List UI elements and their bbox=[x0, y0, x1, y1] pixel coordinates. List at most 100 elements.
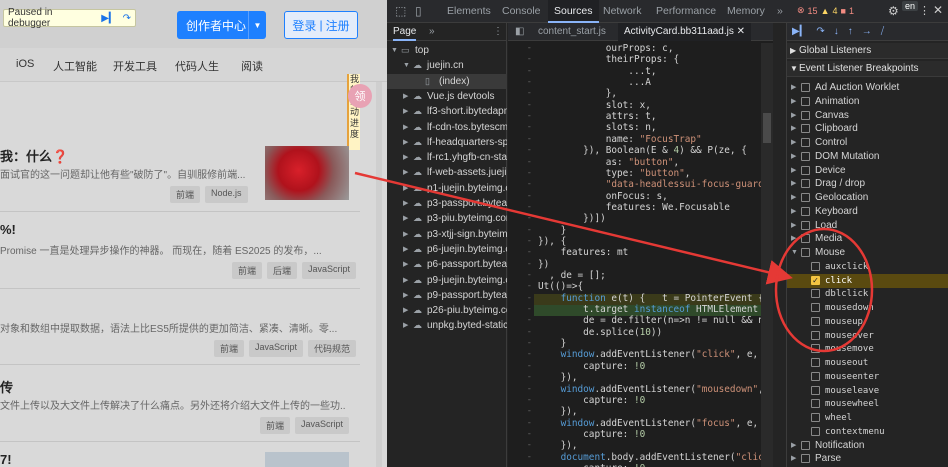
tab-elements[interactable]: Elements bbox=[441, 0, 497, 23]
chevron-right-icon[interactable]: ▶ bbox=[403, 150, 408, 165]
reward-badge[interactable]: 领 bbox=[348, 84, 372, 108]
nav-item-ios[interactable]: iOS bbox=[16, 58, 34, 70]
article-thumbnail[interactable] bbox=[265, 452, 349, 467]
line-gutter[interactable]: - bbox=[508, 429, 532, 440]
chevron-right-icon[interactable]: ▶ bbox=[791, 439, 796, 453]
breakpoint-item[interactable]: ▼ Mouse bbox=[787, 246, 948, 260]
checkbox[interactable] bbox=[801, 165, 810, 175]
line-gutter[interactable]: - bbox=[508, 395, 532, 406]
chevron-right-icon[interactable]: ▶ bbox=[403, 135, 408, 150]
tree-item[interactable]: ▶ ☁ lf-cdn-tos.bytescm.co bbox=[387, 120, 507, 135]
line-gutter[interactable]: - bbox=[508, 225, 532, 236]
line-gutter[interactable]: - bbox=[508, 384, 532, 395]
breakpoint-item[interactable]: ▶ Drag / drop bbox=[787, 177, 948, 191]
checkbox[interactable] bbox=[801, 220, 810, 230]
editor-tab-active[interactable]: ActivityCard.bb311aad.js ✕ bbox=[618, 23, 752, 41]
tree-item[interactable]: ▶ ☁ p3-piu.byteimg.com bbox=[387, 211, 507, 226]
breakpoint-item[interactable]: mouseup bbox=[787, 315, 948, 329]
chevron-down-icon[interactable]: ▼ bbox=[403, 58, 410, 73]
tag[interactable]: 前端 bbox=[170, 186, 201, 203]
checkbox[interactable] bbox=[801, 193, 810, 202]
checkbox[interactable] bbox=[801, 151, 810, 161]
close-icon[interactable]: ✕ bbox=[933, 3, 943, 17]
chevron-right-icon[interactable]: ▶ bbox=[403, 165, 408, 180]
article-thumbnail[interactable] bbox=[265, 146, 349, 200]
checkbox[interactable] bbox=[801, 248, 810, 257]
checkbox[interactable] bbox=[801, 124, 810, 134]
line-gutter[interactable]: - bbox=[508, 77, 532, 88]
tree-item[interactable]: ▶ ☁ p9-juejin.byteimg.co bbox=[387, 273, 507, 288]
line-gutter[interactable]: - bbox=[508, 247, 532, 258]
resume-icon[interactable]: ▶▎ bbox=[101, 13, 116, 24]
line-gutter[interactable]: - bbox=[508, 338, 532, 349]
chevron-right-icon[interactable]: ▶ bbox=[403, 242, 408, 257]
line-gutter[interactable]: - bbox=[508, 145, 532, 156]
breakpoint-item[interactable]: ▶ Keyboard bbox=[787, 205, 948, 219]
chevron-right-icon[interactable]: ▶ bbox=[403, 104, 408, 119]
line-gutter[interactable]: - bbox=[508, 463, 532, 467]
more-panels-icon[interactable]: » bbox=[429, 23, 435, 41]
chevron-down-icon[interactable]: ▼ bbox=[791, 246, 798, 260]
scrollbar[interactable] bbox=[376, 82, 382, 467]
line-gutter[interactable]: - bbox=[508, 191, 532, 202]
breakpoint-item[interactable]: mouseover bbox=[787, 329, 948, 343]
line-gutter[interactable]: - bbox=[508, 270, 532, 281]
settings-icon[interactable]: ⚙ bbox=[888, 4, 899, 18]
step-over-icon[interactable]: ↷ bbox=[816, 26, 824, 37]
tab-console[interactable]: Console bbox=[496, 0, 547, 23]
tree-item[interactable]: ▶ ☁ p3-xtjj-sign.byteimg bbox=[387, 227, 507, 242]
checkbox[interactable] bbox=[811, 316, 820, 326]
article-card[interactable]: %! Promise 一直是处理异步操作的神器。 而现在，随着 ES2025 的… bbox=[0, 222, 360, 282]
kebab-menu-icon[interactable]: ⋮ bbox=[493, 23, 503, 41]
breakpoint-item[interactable]: ▶ Geolocation bbox=[787, 191, 948, 205]
chevron-right-icon[interactable]: ▶ bbox=[403, 181, 408, 196]
issue-counters[interactable]: ⊗ 15 ▲ 4 ■ 1 bbox=[797, 5, 854, 16]
close-icon[interactable]: ✕ bbox=[737, 26, 745, 37]
checkbox[interactable] bbox=[801, 110, 810, 120]
checkbox[interactable] bbox=[811, 289, 820, 299]
tag[interactable]: 后端 bbox=[267, 262, 298, 279]
tree-item[interactable]: ▶ ☁ lf-rc1.yhgfb-cn-static bbox=[387, 150, 507, 165]
checkbox[interactable] bbox=[801, 454, 810, 464]
article-title[interactable]: 7! bbox=[0, 452, 12, 467]
chevron-right-icon[interactable]: ▶ bbox=[791, 232, 796, 246]
tree-item[interactable]: ▶ ☁ Vue.js devtools bbox=[387, 89, 507, 104]
checkbox[interactable] bbox=[811, 303, 820, 312]
chevron-right-icon[interactable]: ▶ bbox=[791, 81, 796, 95]
line-gutter[interactable]: - bbox=[508, 134, 532, 145]
line-gutter[interactable]: - bbox=[508, 236, 532, 247]
tree-item[interactable]: ▶ ☁ p6-passport.byteacc bbox=[387, 257, 507, 272]
more-tabs-button[interactable]: » bbox=[771, 0, 789, 23]
checkbox[interactable] bbox=[801, 138, 810, 147]
breakpoint-item[interactable]: mousemove bbox=[787, 342, 948, 356]
line-gutter[interactable]: - bbox=[508, 168, 532, 179]
tree-item[interactable]: ▶ ☁ p9-passport.byteacc bbox=[387, 288, 507, 303]
chevron-right-icon[interactable]: ▶ bbox=[791, 109, 796, 123]
chevron-right-icon[interactable]: ▶ bbox=[791, 219, 796, 233]
chevron-right-icon[interactable]: ▶ bbox=[791, 205, 796, 219]
tag[interactable]: JavaScript bbox=[295, 417, 350, 434]
line-gutter[interactable]: - bbox=[508, 157, 532, 168]
chevron-right-icon[interactable]: ▶ bbox=[791, 177, 796, 191]
step-into-icon[interactable]: ↓ bbox=[834, 26, 839, 37]
tree-item[interactable]: ▯ (index) bbox=[387, 73, 507, 89]
line-gutter[interactable]: - bbox=[508, 122, 532, 133]
step-over-icon[interactable]: ↷ bbox=[123, 13, 131, 24]
nav-item-devtools[interactable]: 开发工具 bbox=[113, 58, 157, 74]
breakpoint-item[interactable]: mouseenter bbox=[787, 370, 948, 384]
breakpoint-item[interactable]: ▶ Parse bbox=[787, 452, 948, 466]
breakpoint-item[interactable]: contextmenu bbox=[787, 425, 948, 439]
login-register-button[interactable]: 登录 | 注册 bbox=[284, 11, 358, 39]
tag[interactable]: JavaScript bbox=[249, 340, 304, 357]
chevron-right-icon[interactable]: ▶ bbox=[403, 318, 408, 333]
breakpoint-item[interactable]: ▶ Control bbox=[787, 136, 948, 150]
resume-icon[interactable]: ▶▎ bbox=[792, 26, 807, 37]
chevron-down-icon[interactable]: ▼ bbox=[248, 11, 266, 39]
login-link[interactable]: 登录 bbox=[292, 17, 316, 34]
breakpoint-item[interactable]: dblclick bbox=[787, 287, 948, 301]
tag[interactable]: JavaScript bbox=[302, 262, 357, 279]
breakpoint-item[interactable]: ✓ click bbox=[787, 273, 948, 288]
breakpoint-item[interactable]: auxclick bbox=[787, 260, 948, 274]
tree-item[interactable]: ▶ ☁ p6-juejin.byteimg.co bbox=[387, 242, 507, 257]
step-out-icon[interactable]: ↑ bbox=[848, 26, 853, 37]
